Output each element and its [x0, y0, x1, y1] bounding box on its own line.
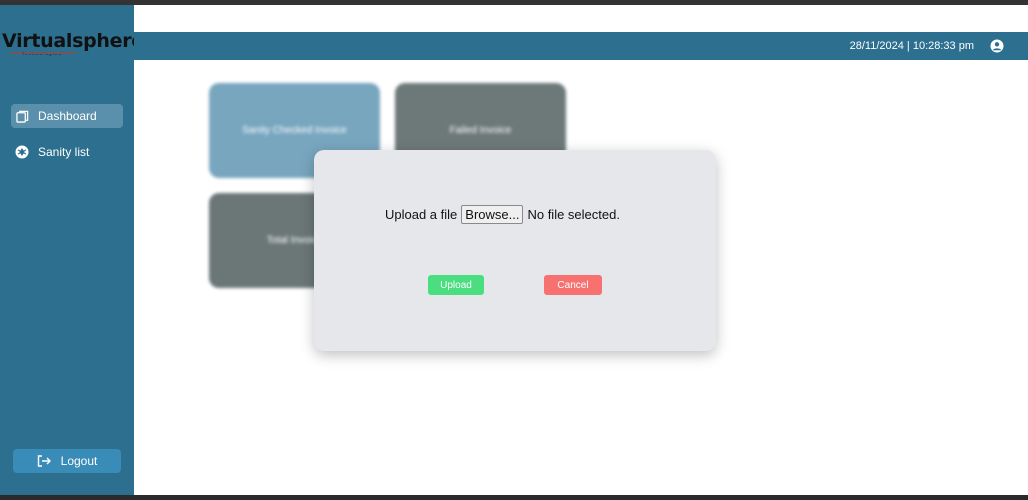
- window-bottom-strip: [0, 495, 1028, 500]
- upload-button[interactable]: Upload: [428, 275, 484, 295]
- top-header: 28/11/2024 | 10:28:33 pm: [134, 32, 1028, 60]
- file-upload-row: Upload a file Browse... No file selected…: [385, 205, 620, 224]
- user-circle-icon[interactable]: [990, 39, 1004, 53]
- copy-icon: [15, 109, 29, 123]
- card-label: Sanity Checked Invoice: [242, 125, 347, 136]
- sidebar-item-label: Dashboard: [38, 109, 97, 123]
- upload-modal: Upload a file Browse... No file selected…: [314, 150, 716, 351]
- browse-button[interactable]: Browse...: [461, 205, 524, 224]
- sidebar-item-label: Sanity list: [38, 145, 90, 159]
- file-status: No file selected.: [527, 207, 620, 222]
- logout-button[interactable]: Logout: [13, 449, 121, 473]
- logout-label: Logout: [60, 454, 98, 468]
- sidebar-item-sanity-list[interactable]: Sanity list: [11, 140, 123, 164]
- aperture-icon: [15, 145, 29, 159]
- sidebar-item-dashboard[interactable]: Dashboard: [11, 104, 123, 128]
- company-logo: Virtualsphere Technologies: [2, 30, 144, 65]
- logo-underline: [10, 53, 76, 54]
- sidebar: Virtualsphere Technologies Dashboard San…: [0, 5, 144, 495]
- card-label: Failed Invoice: [449, 125, 512, 136]
- upload-label: Upload a file: [385, 207, 458, 222]
- cancel-button[interactable]: Cancel: [544, 275, 602, 295]
- logout-icon: [37, 455, 51, 467]
- logo-name: Virtualsphere: [2, 30, 144, 52]
- datetime-display: 28/11/2024 | 10:28:33 pm: [849, 40, 974, 52]
